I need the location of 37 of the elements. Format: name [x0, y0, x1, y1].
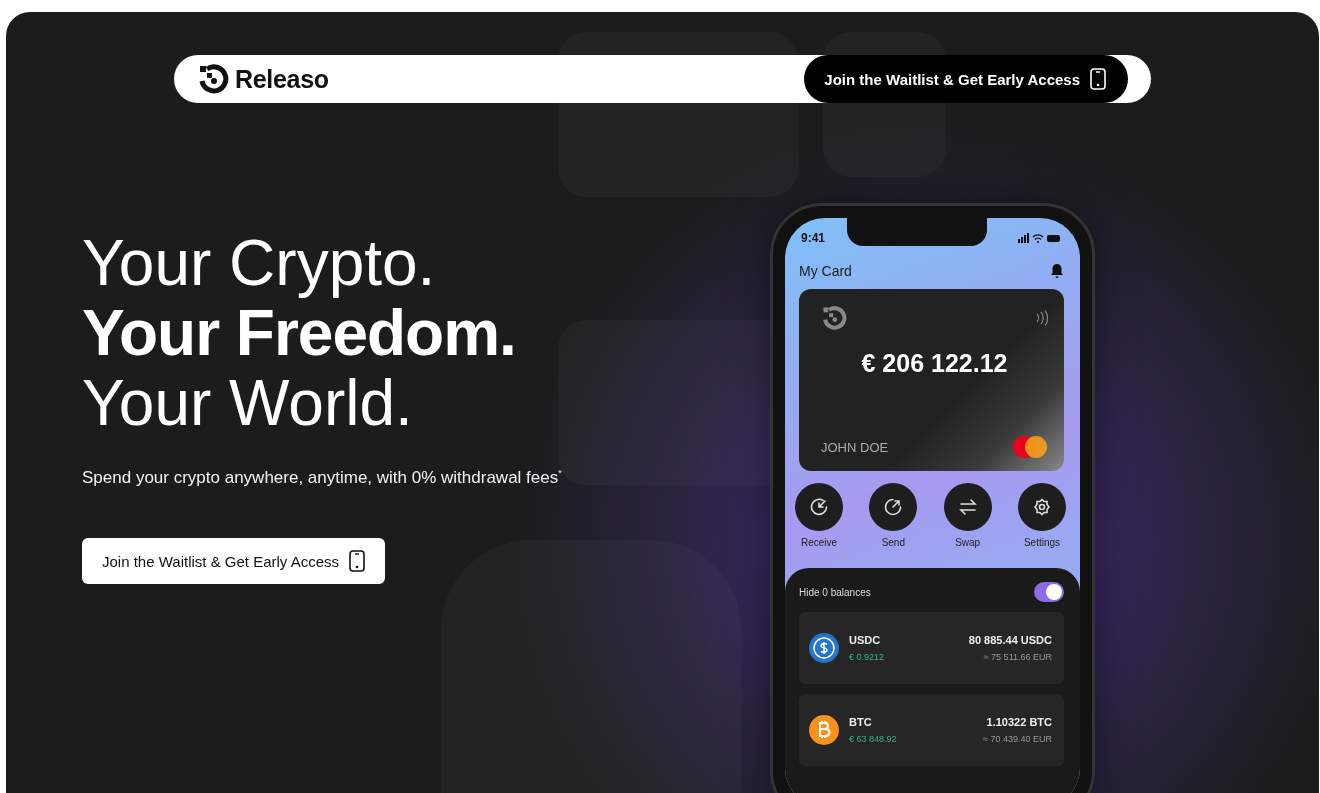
screen-title: My Card: [799, 263, 852, 279]
asset-amount: 80 885.44 USDC: [968, 634, 1052, 646]
waitlist-button[interactable]: Join the Waitlist & Get Early Access: [804, 55, 1128, 103]
subtitle: Spend your crypto anywhere, anytime, with 0% withdrawal fees$^{*}$: [82, 468, 562, 488]
receive-icon: [809, 497, 829, 517]
headline: Your Crypto.: [82, 228, 437, 298]
status-time: 9:41: [801, 231, 826, 245]
status-icons: [1018, 233, 1062, 243]
headline: Your Freedom.: [82, 298, 517, 368]
asset-price: € 0.9212: [849, 652, 885, 662]
send-icon: [883, 497, 904, 517]
bell-icon[interactable]: [1050, 263, 1064, 279]
asset-row[interactable]: USDC € 0.9212 80 885.44 USDC ≈ 75 511.66 EUR: [799, 612, 1064, 684]
settings-icon: [1032, 497, 1052, 517]
headline: Your World.: [82, 368, 414, 438]
swap-icon: [957, 497, 978, 517]
bitcoin-icon: [809, 715, 839, 745]
card-holder: JOHN DOE: [821, 439, 889, 455]
logo-icon: [197, 63, 229, 95]
asset-symbol: BTC: [849, 716, 872, 728]
logo-icon: [821, 305, 847, 331]
phone-icon: [349, 550, 366, 572]
toggle-label: Hide 0 balances: [799, 586, 871, 598]
asset-value: ≈ 70 439.40 EUR: [983, 734, 1052, 744]
asset-amount: 1.10322 BTC: [986, 716, 1052, 728]
asset-row[interactable]: BTC € 63 848.92 1.10322 BTC ≈ 70 439.40 EUR: [799, 694, 1064, 766]
waitlist-button[interactable]: Join the Waitlist & Get Early Access: [82, 538, 386, 584]
card-network-icon: [1012, 435, 1048, 459]
asset-price: € 63 848.92: [849, 734, 897, 744]
phone-icon: [1090, 68, 1106, 90]
contactless-icon: [1034, 310, 1048, 326]
asset-symbol: USDC: [849, 634, 881, 646]
toggle-switch[interactable]: [1034, 582, 1064, 602]
coin-icon: [809, 633, 839, 663]
card-balance: € 206 122.12: [860, 349, 1009, 378]
asset-value: ≈ 75 511.66 EUR: [983, 652, 1052, 662]
brand-name: Releaso: [235, 64, 329, 94]
